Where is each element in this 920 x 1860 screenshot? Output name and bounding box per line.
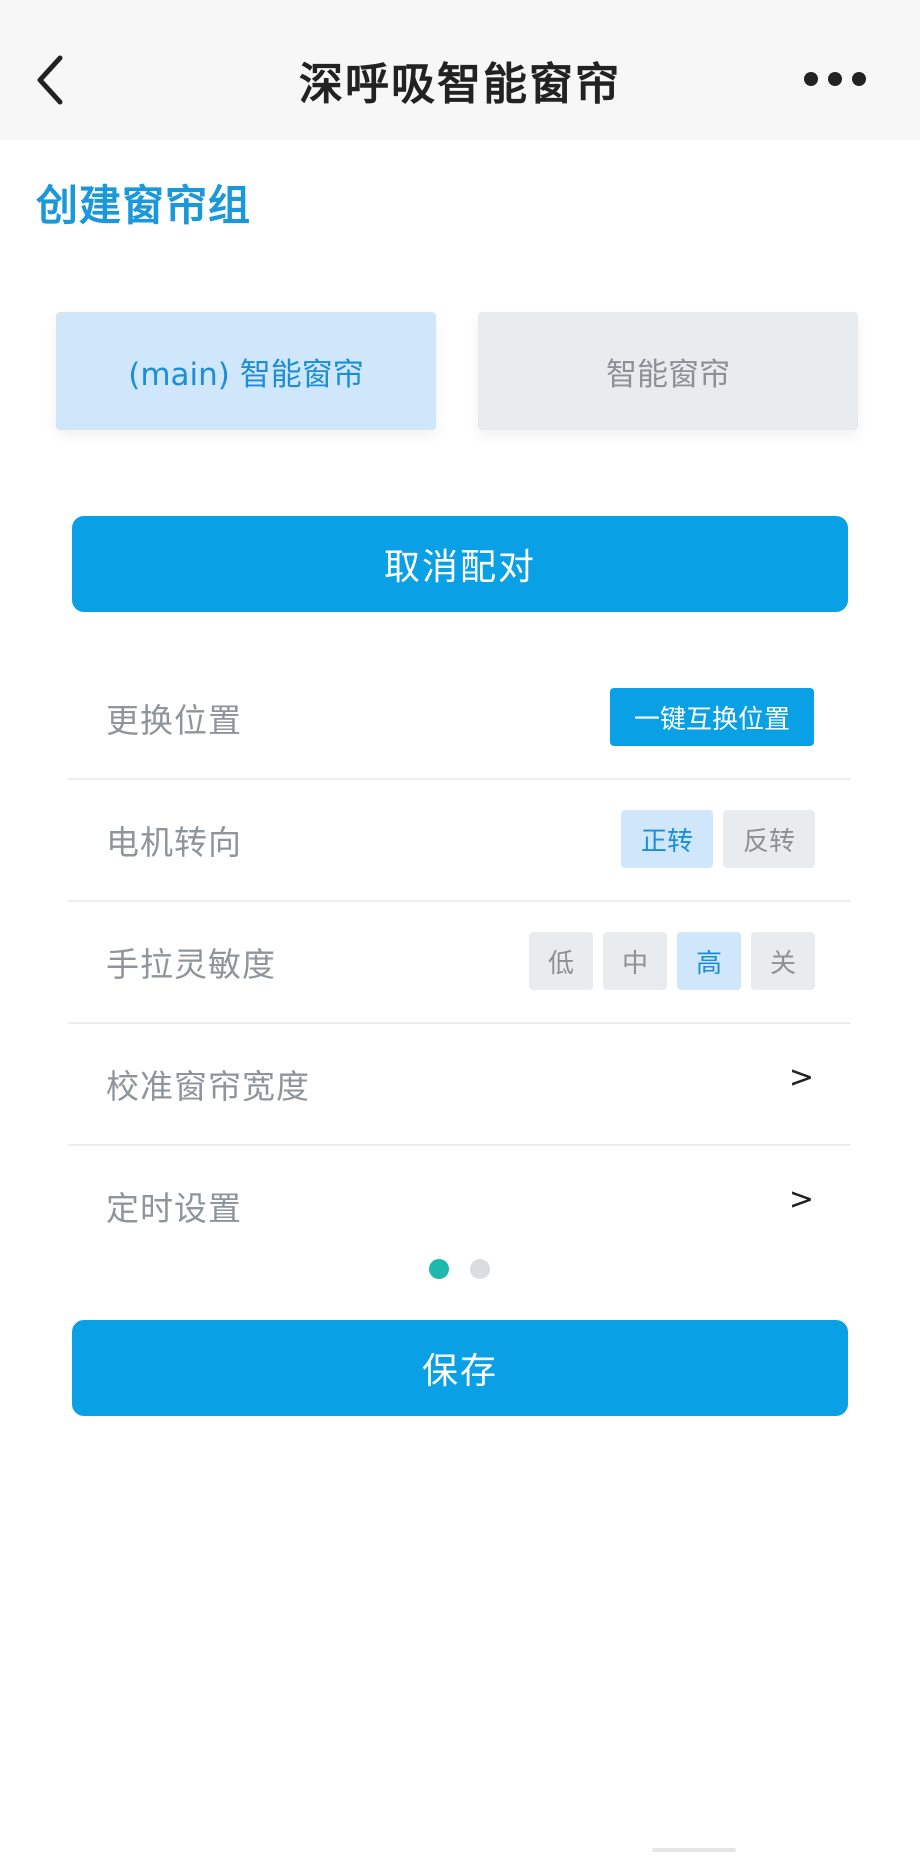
row-label: 电机转向 <box>106 823 242 862</box>
home-indicator <box>652 1848 736 1852</box>
motor-reverse-option[interactable]: 反转 <box>723 810 815 868</box>
sensitivity-medium-option[interactable]: 中 <box>603 932 667 990</box>
row-label: 校准窗帘宽度 <box>106 1067 310 1106</box>
row-label: 更换位置 <box>106 701 242 740</box>
row-label: 定时设置 <box>106 1189 242 1228</box>
unpair-button[interactable]: 取消配对 <box>72 516 848 612</box>
page-title: 创建窗帘组 <box>36 181 252 230</box>
settings-row-position: 更换位置 一键互换位置 <box>68 658 850 780</box>
motor-forward-option[interactable]: 正转 <box>621 810 713 868</box>
sensitivity-low-option[interactable]: 低 <box>529 932 593 990</box>
sensitivity-high-option[interactable]: 高 <box>677 932 741 990</box>
tab-main-curtain[interactable]: (main) 智能窗帘 <box>56 312 436 430</box>
settings-row-sensitivity: 手拉灵敏度 低 中 高 关 <box>68 902 850 1024</box>
more-horizontal-icon[interactable] <box>800 64 870 94</box>
save-button[interactable]: 保存 <box>72 1320 848 1416</box>
tab-label: 智能窗帘 <box>606 356 730 393</box>
settings-row-motor-direction: 电机转向 正转 反转 <box>68 780 850 902</box>
tab-curtain[interactable]: 智能窗帘 <box>478 312 858 430</box>
chevron-right-icon: > <box>788 1060 814 1095</box>
settings-row-timer[interactable]: 定时设置 > <box>68 1146 850 1268</box>
sensitivity-off-option[interactable]: 关 <box>751 932 815 990</box>
app-title: 深呼吸智能窗帘 <box>299 59 621 110</box>
page-indicator-dot[interactable] <box>470 1259 490 1279</box>
tab-label: (main) 智能窗帘 <box>128 356 364 393</box>
navigation-bar: 深呼吸智能窗帘 <box>0 0 920 140</box>
page-indicator-dot-active[interactable] <box>429 1259 449 1279</box>
swap-position-button[interactable]: 一键互换位置 <box>610 688 814 746</box>
chevron-right-icon: > <box>788 1182 814 1217</box>
row-label: 手拉灵敏度 <box>106 945 276 984</box>
settings-row-calibrate-width[interactable]: 校准窗帘宽度 > <box>68 1024 850 1146</box>
